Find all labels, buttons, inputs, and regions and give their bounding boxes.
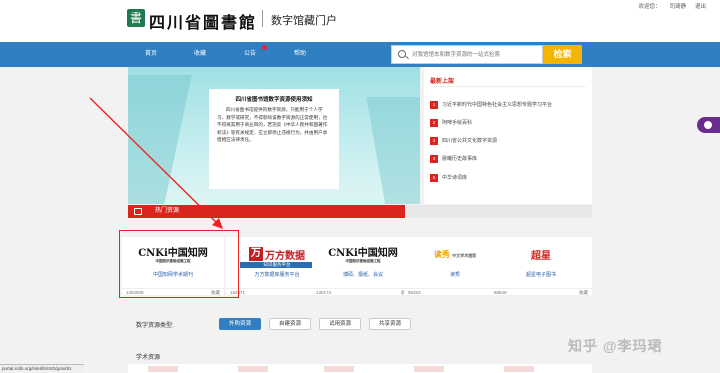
- divider: [430, 86, 586, 87]
- browser-status-url: portal.sclib.org/interlibSSO/goto/91: [0, 364, 84, 373]
- resources-icon: [134, 208, 142, 215]
- resource-thumb[interactable]: [324, 366, 354, 372]
- card-title[interactable]: 超星电子图书: [490, 271, 592, 278]
- banner-decoration: [128, 75, 192, 204]
- resource-thumb[interactable]: [414, 366, 444, 372]
- wanfang-mark-icon: 万: [249, 247, 263, 261]
- search-box: [391, 45, 543, 64]
- resource-thumb[interactable]: [504, 366, 534, 372]
- filter-shared[interactable]: 共享资源: [369, 318, 412, 330]
- filter-purchased[interactable]: 外购资源: [219, 318, 262, 330]
- new-arrival-label: 晨曦历史故事库: [442, 156, 478, 162]
- nav-help[interactable]: 帮助: [294, 42, 306, 67]
- resource-card-chaoxing[interactable]: 超星 超星电子图书 88849 收藏: [490, 237, 592, 295]
- section-title: 热门资源: [155, 208, 180, 214]
- new-arrival-label: 中华诗词库: [442, 175, 468, 181]
- new-arrival-label: 四川省公共文化数字资源: [442, 138, 498, 144]
- search-button[interactable]: 检索: [543, 45, 582, 64]
- view-count: 130173: [316, 290, 332, 295]
- filter-selfbuilt[interactable]: 自建资源: [269, 318, 312, 330]
- card-title[interactable]: 博硕、报纸、会议: [312, 271, 414, 278]
- item-number: 3: [430, 136, 438, 145]
- cnki-logo: CNKi中国知网 中国知识基础设施工程: [328, 248, 398, 263]
- new-arrival-label: 阿啤手绘百科: [442, 120, 473, 126]
- card-meta: 88849 收藏: [490, 288, 592, 295]
- item-number: 5: [430, 173, 438, 182]
- resource-thumb[interactable]: [148, 366, 178, 372]
- new-arrival-item[interactable]: 2 阿啤手绘百科: [430, 118, 472, 127]
- resource-type-label: 数字资源类型:: [136, 323, 174, 329]
- new-arrival-item[interactable]: 3 四川省公共文化数字资源: [430, 136, 497, 145]
- item-number: 2: [430, 118, 438, 127]
- highlight-box: [119, 230, 239, 298]
- notice-body: 四川省图书馆提供的数字资源，只能用于个人学习、教学或研究，不得影响该数字资源的正…: [217, 108, 328, 144]
- resource-card-cnki-theses[interactable]: CNKi中国知网中国知识基础设施工程 博硕、报纸、会议 130173 收藏: [312, 237, 414, 295]
- item-number: 1: [430, 100, 438, 109]
- banner-decoration: [366, 97, 420, 204]
- nav-favorites[interactable]: 收藏: [194, 42, 206, 67]
- logout-link[interactable]: 退出: [695, 2, 706, 10]
- floating-assistant-button[interactable]: [697, 117, 720, 133]
- new-arrival-item[interactable]: 1 习近平新时代中国特色社会主义思想专题学习平台: [430, 100, 552, 109]
- header-divider: [262, 10, 263, 27]
- nav-announcements[interactable]: 公告: [244, 42, 256, 67]
- notice-title: 四川省图书馆数字资源使用须知: [235, 97, 313, 103]
- site-name[interactable]: 四川省圖書館: [149, 9, 257, 33]
- view-count: 95253: [408, 290, 421, 295]
- new-arrival-item[interactable]: 5 中华诗词库: [430, 173, 467, 182]
- view-count: 88849: [494, 290, 507, 295]
- item-number: 4: [430, 154, 438, 163]
- username-link[interactable]: 司琦静: [669, 2, 686, 10]
- welcome-label: 欢迎您：: [638, 4, 661, 10]
- new-arrivals-panel: 最新上架 1 习近平新时代中国特色社会主义思想专题学习平台 2 阿啤手绘百科 3…: [424, 67, 592, 204]
- search-icon: [398, 50, 406, 58]
- filter-trial[interactable]: 试用资源: [319, 318, 362, 330]
- library-logo-icon[interactable]: 書: [127, 9, 145, 27]
- top-links: 欢迎您： 司琦静 退出: [638, 2, 706, 10]
- notice-card: 四川省图书馆数字资源使用须知 四川省图书馆提供的数字资源，只能用于个人学习、教学…: [209, 89, 339, 189]
- academic-resources-label: 学术资源: [136, 355, 161, 361]
- hot-resources-header: 热门资源: [128, 205, 405, 218]
- resource-thumb[interactable]: [238, 366, 268, 372]
- new-arrival-label: 习近平新时代中国特色社会主义思想专题学习平台: [442, 102, 553, 108]
- assistant-icon: [704, 121, 712, 129]
- site-header: 書 四川省圖書館 数字馆藏门户: [0, 0, 720, 42]
- new-arrivals-title: 最新上架: [430, 79, 455, 85]
- wanfang-strip: 知识服务平台: [240, 262, 314, 268]
- portal-name: 数字馆藏门户: [271, 15, 337, 27]
- search-input[interactable]: [412, 46, 540, 63]
- nav-home[interactable]: 首页: [145, 42, 157, 67]
- favorite-button[interactable]: 收藏: [579, 290, 588, 296]
- academic-resources-row: [128, 364, 592, 373]
- card-meta: 130173 收藏: [312, 288, 414, 295]
- watermark-text: 知乎 @李玛珺: [568, 338, 663, 354]
- section-bar-extension: [405, 205, 592, 218]
- announcement-badge: [262, 45, 267, 50]
- main-nav: 首页 收藏 公告 帮助: [0, 42, 720, 67]
- new-arrival-item[interactable]: 4 晨曦历史故事库: [430, 154, 477, 163]
- chaoxing-logo: 超星: [531, 250, 551, 262]
- usage-notice-banner: 四川省图书馆数字资源使用须知 四川省图书馆提供的数字资源，只能用于个人学习、教学…: [128, 67, 420, 204]
